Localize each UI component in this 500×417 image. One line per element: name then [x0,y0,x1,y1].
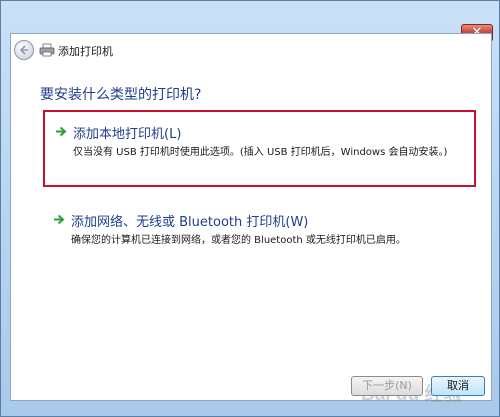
wizard-header: 添加打印机 [11,34,491,64]
back-button[interactable] [14,40,34,60]
option-title: 添加网络、无线或 Bluetooth 打印机(W) [71,215,309,230]
option-title: 添加本地打印机(L) [73,127,182,142]
next-button[interactable]: 下一步(N) [351,376,423,396]
green-arrow-icon [54,214,65,225]
cancel-button[interactable]: 取消 [431,376,485,396]
window-title: 添加打印机 [58,45,113,58]
back-arrow-icon [19,45,28,55]
green-arrow-icon [56,126,67,137]
page-question: 要安装什么类型的打印机? [40,87,202,103]
add-printer-window: ✕ 添加打印机 要安装什么类型的打印机? 添加本地打印机(L) 仅当没有 USB… [0,0,500,417]
wizard-content: 添加打印机 要安装什么类型的打印机? 添加本地打印机(L) 仅当没有 USB 打… [10,33,492,405]
option-add-network-printer[interactable]: 添加网络、无线或 Bluetooth 打印机(W) 确保您的计算机已连接到网络，… [43,204,476,264]
printer-icon [39,43,55,57]
option-description: 仅当没有 USB 打印机时使用此选项。(插入 USB 打印机后，Windows … [73,147,448,158]
option-add-local-printer[interactable]: 添加本地打印机(L) 仅当没有 USB 打印机时使用此选项。(插入 USB 打印… [43,110,476,187]
option-description: 确保您的计算机已连接到网络，或者您的 Bluetooth 或无线打印机已启用。 [71,235,406,246]
